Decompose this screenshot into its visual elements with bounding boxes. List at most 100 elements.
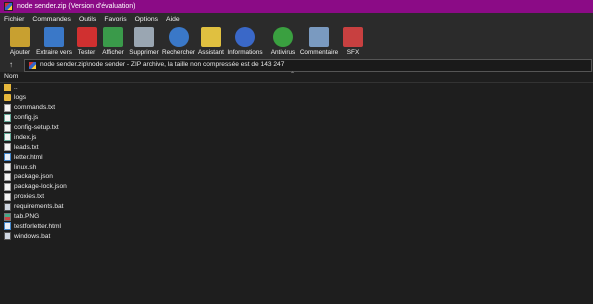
menu-commandes[interactable]: Commandes (28, 16, 75, 23)
file-row[interactable]: logs (0, 93, 593, 103)
toolbar-button-label: Rechercher (161, 49, 196, 56)
up-arrow-icon[interactable]: ↑ (5, 60, 17, 70)
file-row[interactable]: linux.sh (0, 162, 593, 172)
comment-icon (309, 27, 329, 47)
toolbar-button-label: Supprimer (129, 49, 159, 56)
file-name: package.json (14, 173, 53, 181)
file-row[interactable]: config.js (0, 113, 593, 123)
toolbar-button-label: Ajouter (9, 49, 31, 56)
batch-file-icon (4, 202, 11, 211)
toolbar-button-label: Informations (227, 49, 263, 56)
file-row[interactable]: config-setup.txt (0, 123, 593, 133)
batch-file-icon (4, 232, 11, 241)
test-clipboard-icon (76, 27, 97, 47)
toolbar-button-sfx[interactable]: SFX (343, 25, 363, 58)
toolbar-button-informations[interactable]: Informations (226, 25, 264, 58)
menu-fichier[interactable]: Fichier (0, 16, 28, 23)
menu-aide[interactable]: Aide (162, 16, 184, 23)
file-name: index.js (14, 133, 37, 141)
file-name: logs (14, 94, 27, 102)
file-name: package-lock.json (14, 183, 67, 191)
file-name: config.js (14, 114, 39, 122)
menu-options[interactable]: Options (131, 16, 162, 23)
file-row[interactable]: tab.PNG (0, 212, 593, 222)
file-row[interactable]: package-lock.json (0, 182, 593, 192)
winrar-app-icon (4, 2, 13, 11)
extract-folder-icon (44, 27, 64, 47)
js-file-icon (4, 113, 11, 122)
column-name-header[interactable]: Nom (4, 73, 18, 80)
toolbar-button-assistant[interactable]: Assistant (196, 25, 226, 58)
file-row[interactable]: commands.txt (0, 103, 593, 113)
delete-trash-icon (134, 27, 154, 47)
menu-favoris[interactable]: Favoris (100, 16, 130, 23)
text-file-icon (4, 172, 11, 181)
file-name: .. (14, 84, 18, 92)
html-file-icon (4, 153, 11, 162)
toolbar-button-label: Tester (77, 49, 96, 56)
text-file-icon (4, 103, 11, 112)
toolbar-button-antivirus[interactable]: Antivirus (268, 25, 298, 58)
file-name: letter.html (14, 153, 43, 161)
file-row[interactable]: testforletter.html (0, 221, 593, 231)
file-name: linux.sh (14, 163, 37, 171)
file-row[interactable]: index.js (0, 132, 593, 142)
path-field[interactable]: node sender.zip\node sender - ZIP archiv… (24, 59, 592, 72)
file-name: proxies.txt (14, 193, 45, 201)
toolbar-button-rechercher[interactable]: Rechercher (161, 25, 196, 58)
text-file-icon (4, 143, 11, 152)
shell-file-icon (4, 163, 11, 172)
file-name: testforletter.html (14, 222, 61, 230)
sfx-archive-icon (343, 27, 363, 47)
file-row[interactable]: letter.html (0, 152, 593, 162)
js-file-icon (4, 133, 11, 142)
file-row[interactable]: package.json (0, 172, 593, 182)
file-name: leads.txt (14, 143, 39, 151)
file-name: requirements.bat (14, 203, 64, 211)
file-row[interactable]: leads.txt (0, 142, 593, 152)
archive-icon (29, 62, 36, 69)
text-file-icon (4, 182, 11, 191)
toolbar-button-label: Antivirus (270, 49, 296, 56)
info-icon (235, 27, 255, 47)
file-name: windows.bat (14, 232, 51, 240)
toolbar-button-ajouter[interactable]: Ajouter (3, 25, 37, 58)
file-row[interactable]: .. (0, 83, 593, 93)
path-text: node sender.zip\node sender - ZIP archiv… (40, 61, 285, 68)
antivirus-icon (273, 27, 293, 47)
toolbar-button-afficher[interactable]: Afficher (99, 25, 127, 58)
toolbar-button-label: SFX (346, 49, 360, 56)
file-name: config-setup.txt (14, 124, 59, 131)
folder-icon (4, 94, 11, 102)
file-row[interactable]: windows.bat (0, 231, 593, 241)
menu-outils[interactable]: Outils (75, 16, 100, 23)
file-row[interactable]: requirements.bat (0, 202, 593, 212)
view-book-icon (103, 27, 123, 47)
file-row[interactable]: proxies.txt (0, 192, 593, 202)
file-name: tab.PNG (14, 213, 40, 221)
title-bar: node sender.zip (Version d'évaluation) (0, 0, 593, 13)
toolbar-button-extraire-vers[interactable]: Extraire vers (36, 25, 72, 58)
toolbar-button-label: Assistant (198, 49, 224, 56)
toolbar-button-tester[interactable]: Tester (74, 25, 99, 58)
sort-up-icon: ⌃ (290, 72, 296, 78)
image-file-icon (4, 212, 11, 221)
toolbar-button-commentaire[interactable]: Commentaire (299, 25, 339, 58)
file-list: .. logs commands.txt config.js config-setup.… (0, 83, 593, 241)
toolbar-button-supprimer[interactable]: Supprimer (127, 25, 161, 58)
wizard-wand-icon (201, 27, 221, 47)
search-magnifier-icon (168, 27, 189, 47)
toolbar-button-label: Commentaire (299, 49, 339, 56)
window-title: node sender.zip (Version d'évaluation) (17, 3, 136, 10)
text-file-icon (4, 192, 11, 201)
parent-folder-icon (4, 84, 11, 92)
html-file-icon (4, 222, 11, 231)
toolbar-button-label: Extraire vers (36, 49, 72, 56)
file-name: commands.txt (14, 104, 56, 112)
text-file-icon (4, 123, 11, 132)
address-bar: ↑ node sender.zip\node sender - ZIP arch… (0, 58, 593, 72)
column-header: Nom ⌃ (0, 72, 593, 83)
menu-bar: Fichier Commandes Outils Favoris Options… (0, 13, 593, 25)
toolbar-button-label: Afficher (102, 49, 124, 56)
toolbar: Ajouter Extraire vers Tester Afficher Suppri… (0, 25, 593, 58)
